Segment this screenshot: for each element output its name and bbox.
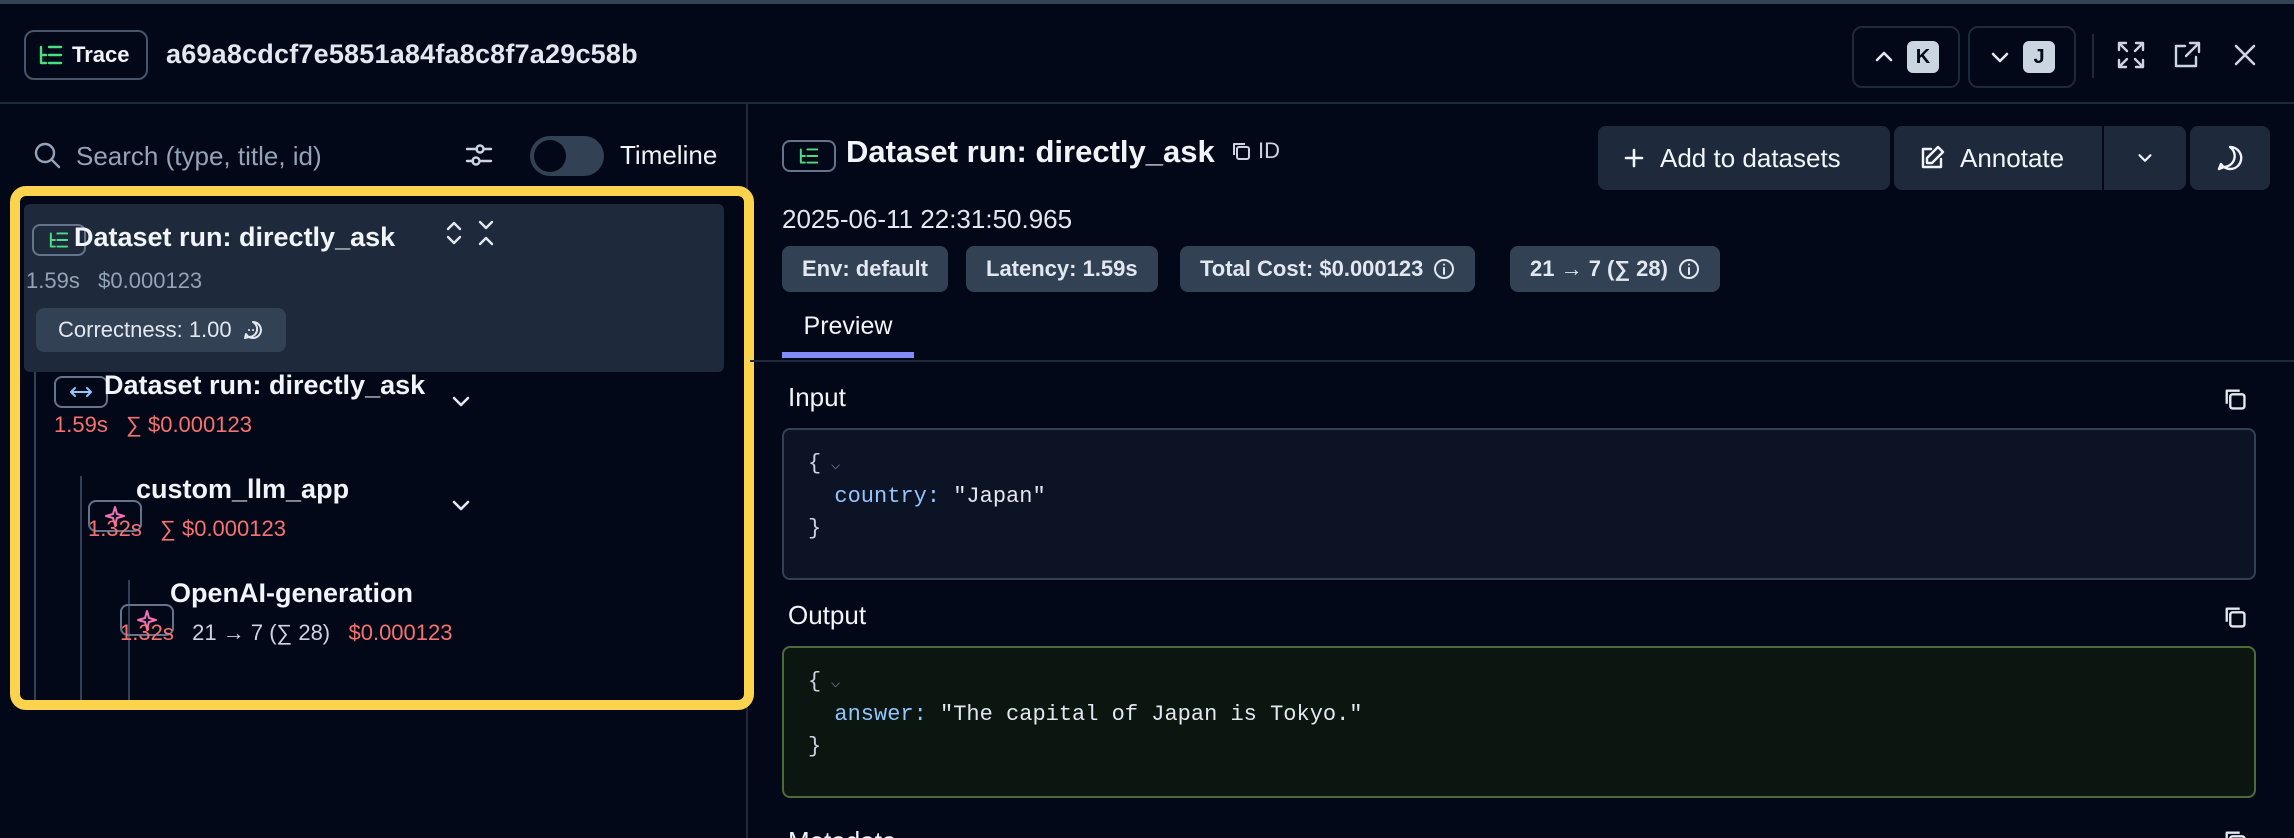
chevron-down-icon xyxy=(1989,46,2011,68)
output-json-viewer[interactable]: { ⌵ answer: "The capital of Japan is Tok… xyxy=(782,646,2256,798)
trace-type-badge: Trace xyxy=(24,30,148,80)
detail-panel: Dataset run: directly_ask ID Add to data… xyxy=(750,104,2294,838)
output-label: Output xyxy=(788,600,867,630)
chevron-down-icon xyxy=(2135,148,2155,168)
open-external-icon[interactable] xyxy=(2172,40,2202,70)
collapse-toggle-icon[interactable]: ⌵ xyxy=(821,674,841,692)
json-close-brace: } xyxy=(808,516,822,541)
expand-icon[interactable] xyxy=(2116,40,2146,70)
settings-sliders-icon[interactable] xyxy=(464,140,494,170)
tab-preview[interactable]: Preview xyxy=(782,306,914,358)
add-to-datasets-label: Add to datasets xyxy=(1660,142,1841,173)
input-label: Input xyxy=(788,382,846,412)
copy-icon[interactable] xyxy=(2222,604,2248,630)
trace-header: Trace a69a8cdcf7e5851a84fa8c8f7a29c58b K… xyxy=(0,0,2294,104)
json-open-brace: { xyxy=(808,669,822,694)
previous-trace-button[interactable]: K xyxy=(1852,26,1960,88)
latency-label: Latency: 1.59s xyxy=(986,256,1138,281)
copy-icon[interactable] xyxy=(2222,386,2248,412)
timeline-toggle[interactable] xyxy=(530,136,604,176)
copy-id-label: ID xyxy=(1258,138,1280,163)
trace-type-label: Trace xyxy=(72,42,130,67)
search-icon xyxy=(32,140,62,170)
token-usage-label: 21 → 7 (∑ 28) xyxy=(1530,256,1668,281)
shortcut-key-j: J xyxy=(2023,41,2055,73)
token-usage-badge[interactable]: 21 → 7 (∑ 28) xyxy=(1510,246,1720,292)
latency-badge: Latency: 1.59s xyxy=(966,246,1158,292)
shortcut-key-k: K xyxy=(1907,41,1939,73)
total-cost-badge[interactable]: Total Cost: $0.000123 xyxy=(1180,246,1476,292)
copy-icon[interactable] xyxy=(2222,828,2248,838)
close-icon[interactable] xyxy=(2232,42,2258,68)
detail-title: Dataset run: directly_ask xyxy=(846,134,1215,169)
info-icon xyxy=(1433,258,1455,280)
env-badge: Env: default xyxy=(782,246,948,292)
highlight-frame xyxy=(10,186,754,710)
input-json-viewer[interactable]: { ⌵ country: "Japan" } xyxy=(782,428,2256,580)
env-label: Env: default xyxy=(802,256,928,281)
json-key: answer: xyxy=(834,702,927,727)
list-tree-icon xyxy=(38,44,64,66)
json-key: country: xyxy=(834,484,941,509)
toggle-knob xyxy=(534,140,566,172)
json-open-brace: { xyxy=(808,451,822,476)
message-circle-icon xyxy=(2215,143,2245,173)
next-trace-button[interactable]: J xyxy=(1968,26,2076,88)
trace-id: a69a8cdcf7e5851a84fa8c8f7a29c58b xyxy=(166,39,638,69)
annotate-button[interactable]: Annotate xyxy=(1894,126,2102,190)
collapse-toggle-icon[interactable]: ⌵ xyxy=(821,456,841,474)
search-input[interactable] xyxy=(76,130,436,182)
divider xyxy=(2092,34,2094,78)
json-value: "The capital of Japan is Tokyo." xyxy=(940,702,1363,727)
copy-id-button[interactable]: ID xyxy=(1230,138,1280,164)
annotate-label: Annotate xyxy=(1960,142,2065,173)
trace-node-icon xyxy=(782,140,836,172)
comments-button[interactable] xyxy=(2190,126,2270,190)
copy-icon xyxy=(1230,140,1252,162)
edit-icon xyxy=(1918,144,1946,172)
plus-icon xyxy=(1622,146,1646,170)
metadata-label: Metadata xyxy=(788,826,896,838)
add-to-datasets-button[interactable]: Add to datasets xyxy=(1598,126,1890,190)
info-icon xyxy=(1678,258,1700,280)
timeline-label: Timeline xyxy=(620,140,718,170)
json-close-brace: } xyxy=(808,734,822,759)
annotate-menu-button[interactable] xyxy=(2104,126,2186,190)
tab-divider xyxy=(750,360,2294,362)
trace-tree-panel: Timeline Dataset run: directly_ask 1.59s… xyxy=(0,104,754,838)
chevron-up-icon xyxy=(1873,46,1895,68)
trace-timestamp: 2025-06-11 22:31:50.965 xyxy=(782,204,1073,234)
total-cost-label: Total Cost: $0.000123 xyxy=(1200,256,1424,281)
json-value: "Japan" xyxy=(953,484,1046,509)
